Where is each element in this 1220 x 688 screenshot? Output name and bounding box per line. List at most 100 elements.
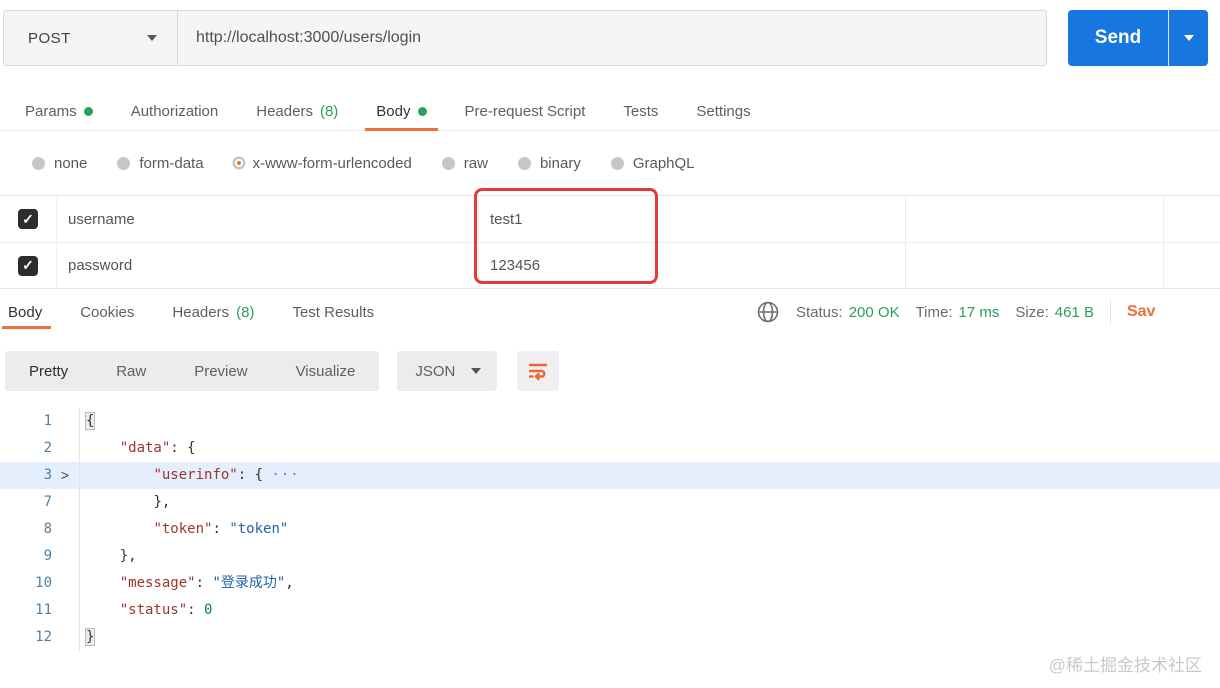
param-extra-cell (1163, 243, 1220, 288)
code-token: } (84, 628, 96, 646)
param-value-cell[interactable]: 123456 (478, 243, 905, 288)
line-number: 12 (35, 629, 52, 645)
body-type-label: binary (539, 154, 581, 172)
tab-label: Headers (172, 303, 230, 321)
size-value: 461 B (1054, 303, 1094, 321)
response-body-code: 1{2 "data": {3 > "userinfo": { ··· 7 }, 8 "… (0, 408, 1220, 651)
radio-icon (441, 156, 455, 170)
code-text: }, (80, 543, 1220, 570)
line-number: 11 (35, 602, 52, 618)
method-select[interactable]: POST (4, 11, 178, 65)
response-tab-test-results[interactable]: Test Results (273, 292, 393, 332)
code-gutter: 3 > (0, 462, 80, 489)
code-line: 11 "status": 0 (0, 597, 1220, 624)
tab-label: Test Results (292, 303, 375, 321)
view-mode-visualize[interactable]: Visualize (272, 351, 380, 391)
tab-label: Cookies (80, 303, 135, 321)
body-type-binary[interactable]: binary (517, 154, 581, 172)
code-token: : (187, 602, 205, 618)
green-dot-icon (83, 106, 93, 116)
line-number: 10 (35, 575, 52, 591)
tab-body[interactable]: Body (357, 92, 445, 131)
radio-icon (32, 156, 45, 170)
size-label: Size: (1015, 303, 1049, 321)
params-table: ✓ username test1 ✓ password 123456 (0, 195, 1220, 289)
checkbox[interactable]: ✓ (18, 255, 38, 276)
tab-params[interactable]: Params (6, 92, 112, 130)
url-input[interactable] (178, 11, 1046, 65)
wrap-lines-button[interactable] (517, 351, 560, 391)
code-token: }, (153, 494, 171, 510)
code-token: : { (237, 467, 272, 483)
param-description-cell[interactable] (905, 243, 1163, 288)
body-type-graphql[interactable]: GraphQL (610, 155, 695, 172)
size-pair: Size: 461 B (1015, 304, 1094, 321)
tab-authorization[interactable]: Authorization (112, 92, 238, 130)
code-gutter: 7 (0, 489, 80, 516)
view-mode-preview[interactable]: Preview (170, 351, 271, 391)
code-gutter: 2 (0, 435, 80, 462)
view-mode-group: Pretty Raw Preview Visualize (5, 351, 380, 391)
param-value-cell[interactable]: test1 (478, 196, 905, 242)
response-tab-body[interactable]: Body (0, 292, 61, 332)
code-gutter: 12 (0, 624, 80, 651)
body-type-x-www-form-urlencoded[interactable]: x-www-form-urlencoded (234, 155, 412, 172)
save-response-button[interactable]: Sav (1127, 303, 1155, 321)
code-token: , (285, 575, 294, 591)
body-type-label: form-data (139, 154, 204, 172)
body-type-raw[interactable]: raw (441, 155, 488, 172)
send-options-button[interactable] (1168, 10, 1208, 66)
radio-icon (234, 159, 243, 167)
tab-label: Body (8, 303, 43, 321)
code-token: : (212, 521, 230, 537)
code-text: "userinfo": { ··· (80, 462, 1220, 489)
line-number: 9 (43, 548, 52, 564)
body-type-label: x-www-form-urlencoded (252, 154, 412, 172)
tab-tests[interactable]: Tests (604, 92, 677, 130)
code-token: 0 (204, 602, 213, 618)
status-label: Status: (796, 303, 843, 321)
tab-label: Body (376, 102, 411, 120)
code-line: 2 "data": { (0, 435, 1220, 462)
body-type-form-data[interactable]: form-data (117, 154, 204, 172)
time-value: 17 ms (958, 303, 1000, 321)
response-tab-headers[interactable]: Headers (8) (153, 292, 273, 332)
code-token: : (195, 575, 213, 591)
code-token: "token" (229, 521, 289, 537)
format-select[interactable]: JSON (397, 351, 498, 391)
param-key-cell[interactable]: password (56, 243, 478, 288)
radio-icon (517, 156, 531, 170)
body-type-label: none (54, 154, 88, 172)
tab-label: Headers (256, 102, 313, 120)
checkbox[interactable]: ✓ (18, 209, 38, 229)
globe-icon[interactable] (756, 300, 780, 324)
table-row: ✓ username test1 (0, 196, 1220, 242)
code-line: 8 "token": "token" (0, 516, 1220, 543)
tab-settings[interactable]: Settings (677, 92, 769, 130)
param-description-cell[interactable] (905, 196, 1163, 242)
tab-headers[interactable]: Headers (8) (237, 92, 357, 130)
param-key-cell[interactable]: username (56, 196, 478, 242)
checkbox-cell: ✓ (0, 243, 56, 288)
send-group: Send (1068, 10, 1208, 66)
line-number: 8 (43, 521, 52, 537)
body-type-none[interactable]: none (32, 155, 87, 172)
chevron-down-icon (1183, 35, 1194, 41)
code-line: 3 > "userinfo": { ··· (0, 462, 1220, 489)
tab-label: Params (25, 102, 77, 120)
fold-arrow-icon[interactable]: > (52, 462, 78, 489)
view-mode-pretty[interactable]: Pretty (5, 351, 92, 391)
view-mode-raw[interactable]: Raw (92, 351, 170, 391)
send-button[interactable]: Send (1068, 10, 1168, 66)
response-view-controls: Pretty Raw Preview Visualize JSON (5, 351, 560, 391)
response-tab-cookies[interactable]: Cookies (61, 292, 153, 332)
code-token: "message" (119, 575, 196, 591)
tab-pre-request-script[interactable]: Pre-request Script (446, 92, 605, 130)
table-row: ✓ password 123456 (0, 242, 1220, 288)
